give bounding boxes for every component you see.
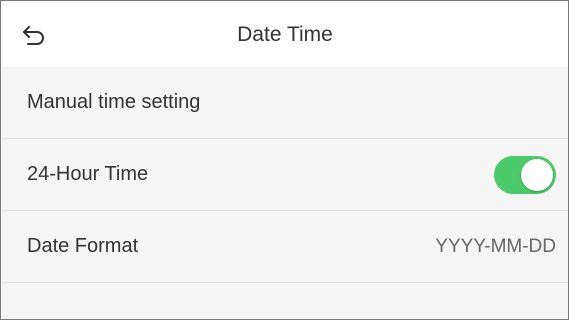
header-bar: Date Time	[2, 2, 568, 67]
toggle-knob	[521, 158, 553, 191]
24-hour-time-toggle[interactable]	[494, 155, 556, 194]
manual-time-setting-item[interactable]: Manual time setting	[2, 67, 568, 139]
page-title: Date Time	[237, 23, 333, 46]
24-hour-time-label: 24-Hour Time	[27, 163, 149, 185]
empty-list-area	[2, 283, 568, 319]
24-hour-time-item[interactable]: 24-Hour Time	[2, 139, 568, 211]
settings-list: Manual time setting 24-Hour Time Date Fo…	[2, 67, 568, 283]
date-time-screen: Date Time Manual time setting 24-Hour Ti…	[0, 0, 569, 320]
date-format-item[interactable]: Date Format YYYY-MM-DD	[2, 211, 568, 283]
date-format-value: YYYY-MM-DD	[435, 235, 556, 257]
back-arrow-icon	[23, 26, 44, 45]
back-button[interactable]	[16, 18, 52, 54]
date-format-label: Date Format	[27, 235, 139, 257]
manual-time-setting-label: Manual time setting	[27, 91, 201, 113]
